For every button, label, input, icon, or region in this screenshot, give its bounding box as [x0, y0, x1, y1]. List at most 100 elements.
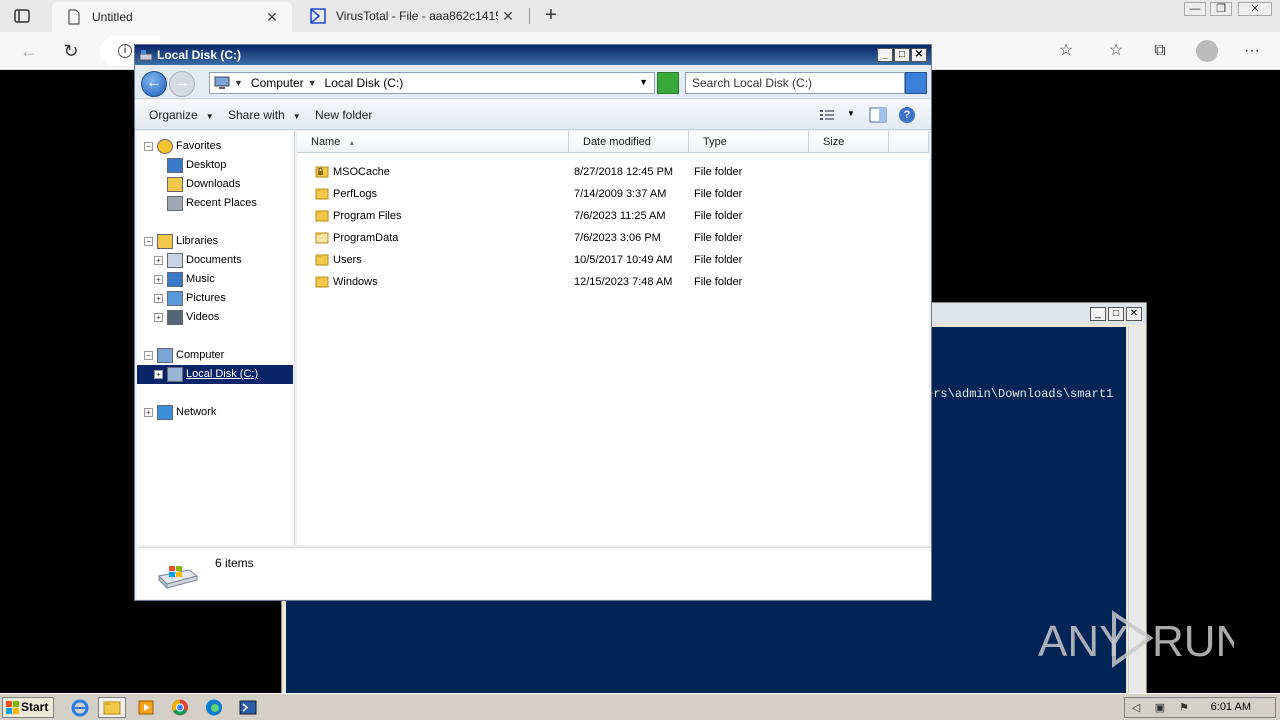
- chevron-down-icon[interactable]: ▼: [234, 78, 243, 88]
- flag-icon[interactable]: ⚑: [1177, 701, 1191, 715]
- powershell-icon[interactable]: [234, 697, 262, 718]
- window-title: Local Disk (C:): [157, 48, 242, 62]
- new-tab-button[interactable]: +: [540, 4, 562, 26]
- column-header-name[interactable]: Name ▲: [297, 131, 569, 153]
- nav-item-desktop[interactable]: Desktop: [137, 156, 293, 175]
- browser-restore-button[interactable]: ❐: [1210, 2, 1232, 16]
- nav-item-downloads[interactable]: Downloads: [137, 175, 293, 194]
- preview-pane-icon[interactable]: [869, 107, 887, 123]
- nav-item-music[interactable]: + Music: [137, 270, 293, 289]
- add-favorite-icon[interactable]: ☆: [1056, 41, 1076, 61]
- file-date: 8/27/2018 12:45 PM: [574, 166, 674, 178]
- expand-icon[interactable]: +: [154, 294, 163, 303]
- powershell-maximize-button[interactable]: □: [1108, 307, 1124, 321]
- breadcrumb-computer[interactable]: Computer: [251, 76, 304, 90]
- file-row[interactable]: Users 10/5/2017 10:49 AM File folder: [297, 249, 927, 271]
- tab-close-button[interactable]: ✕: [498, 8, 518, 25]
- file-date: 10/5/2017 10:49 AM: [574, 254, 673, 266]
- nav-item-network[interactable]: + Network: [137, 403, 293, 422]
- file-date: 7/6/2023 3:06 PM: [574, 232, 661, 244]
- expand-icon[interactable]: +: [154, 313, 163, 322]
- help-icon[interactable]: ?: [899, 107, 915, 123]
- start-button[interactable]: Start: [2, 697, 54, 718]
- explorer-icon[interactable]: [98, 697, 126, 718]
- back-button[interactable]: ←: [18, 40, 40, 62]
- explorer-titlebar[interactable]: Local Disk (C:) _ □ ✕: [135, 45, 931, 65]
- search-input[interactable]: Search Local Disk (C:): [685, 72, 905, 94]
- file-row[interactable]: ProgramData 7/6/2023 3:06 PM File folder: [297, 227, 927, 249]
- more-icon[interactable]: ···: [1242, 41, 1262, 61]
- media-player-icon[interactable]: [132, 697, 160, 718]
- collections-icon[interactable]: ⧉: [1150, 41, 1170, 61]
- console-output: ers\admin\Downloads\smart1: [926, 387, 1114, 401]
- explorer-minimize-button[interactable]: _: [877, 48, 893, 62]
- tab-untitled[interactable]: Untitled ✕: [52, 2, 292, 32]
- nav-item-label: Computer: [176, 349, 225, 361]
- chevron-down-icon[interactable]: ▼: [308, 78, 317, 88]
- back-arrow-icon[interactable]: ←: [141, 71, 167, 97]
- ie-icon[interactable]: [66, 697, 94, 718]
- new-folder-button[interactable]: New folder: [315, 108, 372, 122]
- tab-actions-icon[interactable]: [12, 6, 32, 26]
- expand-icon[interactable]: +: [154, 256, 163, 265]
- locked-folder-icon: [315, 166, 329, 178]
- column-header-type[interactable]: Type: [689, 131, 809, 153]
- folder-icon: [315, 276, 329, 288]
- share-with-menu[interactable]: Share with ▼: [228, 108, 301, 122]
- file-row[interactable]: Windows 12/15/2023 7:48 AM File folder: [297, 271, 927, 293]
- nav-item-label: Downloads: [186, 178, 241, 190]
- nav-item-local-disk-c[interactable]: + Local Disk (C:): [137, 365, 293, 384]
- expand-icon[interactable]: +: [144, 408, 153, 417]
- network-tray-icon[interactable]: ▣: [1153, 701, 1167, 715]
- collapse-icon[interactable]: −: [144, 351, 153, 360]
- chevron-down-icon[interactable]: ▼: [847, 109, 855, 118]
- powershell-close-button[interactable]: ✕: [1126, 307, 1142, 321]
- search-icon[interactable]: [905, 72, 927, 94]
- nav-item-recent-places[interactable]: Recent Places: [137, 194, 293, 213]
- nav-item-pictures[interactable]: + Pictures: [137, 289, 293, 308]
- speaker-icon[interactable]: ◁: [1129, 701, 1143, 715]
- page-icon: [66, 9, 82, 25]
- organize-menu[interactable]: Organize ▼: [149, 108, 214, 122]
- column-header-size[interactable]: Size: [809, 131, 889, 153]
- expand-icon[interactable]: +: [154, 370, 163, 379]
- powershell-minimize-button[interactable]: _: [1090, 307, 1106, 321]
- favorites-icon[interactable]: ☆: [1106, 41, 1126, 61]
- nav-item-computer[interactable]: − Computer: [137, 346, 293, 365]
- clock[interactable]: 6:01 AM: [1211, 698, 1251, 717]
- explorer-window[interactable]: Local Disk (C:) _ □ ✕ ← → ▼ Computer ▼ L…: [134, 44, 932, 601]
- windows-logo-icon: [6, 701, 19, 714]
- breadcrumb-current[interactable]: Local Disk (C:): [325, 76, 404, 90]
- chrome-icon[interactable]: [166, 697, 194, 718]
- address-history-icon[interactable]: ▼: [639, 77, 648, 87]
- expand-icon[interactable]: +: [154, 275, 163, 284]
- collapse-icon[interactable]: −: [144, 142, 153, 151]
- file-row[interactable]: MSOCache 8/27/2018 12:45 PM File folder: [297, 161, 927, 183]
- profile-icon[interactable]: [1196, 40, 1218, 62]
- tab-close-button[interactable]: ✕: [262, 9, 282, 26]
- explorer-maximize-button[interactable]: □: [894, 48, 910, 62]
- breadcrumb[interactable]: ▼ Computer ▼ Local Disk (C:) ▼: [209, 72, 655, 94]
- reload-button[interactable]: ↻: [60, 40, 82, 62]
- sort-up-icon: ▲: [348, 140, 356, 147]
- forward-arrow-icon[interactable]: →: [169, 71, 195, 97]
- folder-icon: [315, 254, 329, 266]
- view-options-icon[interactable]: [819, 108, 835, 122]
- nav-item-videos[interactable]: + Videos: [137, 308, 293, 327]
- refresh-icon[interactable]: [657, 72, 679, 94]
- nav-item-favorites[interactable]: − Favorites: [137, 137, 293, 156]
- site-info-icon[interactable]: i: [118, 44, 132, 58]
- browser-minimize-button[interactable]: —: [1184, 2, 1206, 16]
- file-row[interactable]: PerfLogs 7/14/2009 3:37 AM File folder: [297, 183, 927, 205]
- edge-icon[interactable]: [200, 697, 228, 718]
- nav-item-libraries[interactable]: − Libraries: [137, 232, 293, 251]
- column-header-date[interactable]: Date modified: [569, 131, 689, 153]
- nav-item-documents[interactable]: + Documents: [137, 251, 293, 270]
- screen: Untitled ✕ VirusTotal - File - aaa862c14…: [0, 0, 1280, 720]
- file-row[interactable]: Program Files 7/6/2023 11:25 AM File folde…: [297, 205, 927, 227]
- music-icon: [167, 272, 183, 287]
- browser-close-button[interactable]: ✕: [1238, 2, 1272, 16]
- explorer-close-button[interactable]: ✕: [911, 48, 927, 62]
- tab-virustotal[interactable]: VirusTotal - File - aaa862c14154 ✕: [296, 0, 528, 32]
- collapse-icon[interactable]: −: [144, 237, 153, 246]
